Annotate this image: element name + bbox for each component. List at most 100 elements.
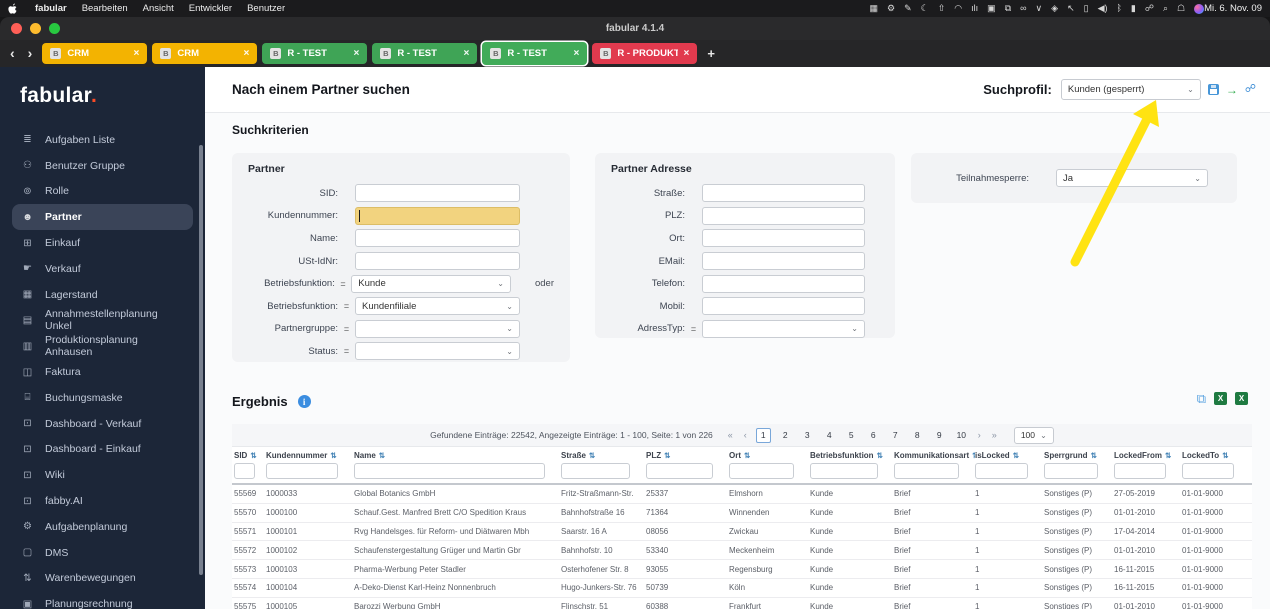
page-button-2[interactable]: 2 [778, 428, 793, 443]
page-button-6[interactable]: 6 [866, 428, 881, 443]
table-row[interactable]: 55572 1000102 Schaufenstergestaltung Grüge… [232, 541, 1252, 561]
menu-item-entwickler[interactable]: Entwickler [189, 3, 232, 14]
address-ort-input[interactable] [702, 229, 865, 248]
partner-betriebsfunktion-select[interactable]: Kunde ⌄ [351, 274, 511, 293]
grid-icon[interactable]: ▦ [870, 4, 879, 13]
sidebar-item-einkauf[interactable]: ⊞ Einkauf [12, 230, 193, 256]
prev-page-button[interactable]: ‹ [742, 430, 749, 440]
column-header-lockedto[interactable]: LockedTo ⇅ [1182, 451, 1250, 460]
tab-r-test-2[interactable]: B R - TEST × [262, 43, 368, 64]
tab-close-icon[interactable]: × [134, 48, 140, 59]
address-stra-e-input[interactable] [702, 184, 865, 203]
page-button-10[interactable]: 10 [954, 428, 969, 443]
search-profile-select[interactable]: Kunden (gesperrt) ⌄ [1060, 79, 1201, 100]
page-button-7[interactable]: 7 [888, 428, 903, 443]
column-filter-input[interactable] [810, 463, 878, 479]
tab-close-icon[interactable]: × [574, 48, 580, 59]
column-header-kundennummer[interactable]: Kundennummer ⇅ [266, 451, 354, 460]
apple-menu-icon[interactable] [8, 3, 18, 15]
back-button[interactable]: ‹ [10, 45, 15, 61]
page-button-9[interactable]: 9 [932, 428, 947, 443]
column-filter-input[interactable] [646, 463, 713, 479]
excel-export-icon[interactable]: X [1214, 392, 1227, 405]
upload-icon[interactable]: ⇧ [938, 4, 946, 13]
sidebar-item-lagerstand[interactable]: ▦ Lagerstand [12, 282, 193, 308]
box-icon[interactable]: ▣ [987, 4, 996, 13]
waveform-icon[interactable]: ılı [971, 4, 978, 13]
sidebar-item-warenbewegungen[interactable]: ⇅ Warenbewegungen [12, 566, 193, 592]
table-row[interactable]: 55569 1000033 Global Botanics GmbH Fritz-St… [232, 485, 1252, 504]
document-icon[interactable]: ▯ [1084, 4, 1089, 13]
volume-icon[interactable]: ◀) [1098, 4, 1108, 13]
unlink-profile-icon[interactable]: ☍ [1245, 84, 1256, 95]
user-switch-icon[interactable]: ☖ [1177, 4, 1185, 13]
sidebar-item-dashboard-einkauf[interactable]: ⊡ Dashboard - Einkauf [12, 437, 193, 463]
forward-button[interactable]: › [28, 45, 33, 61]
copy-icon[interactable]: ⧉ [1197, 392, 1206, 405]
column-filter-input[interactable] [975, 463, 1028, 479]
settings-icon[interactable]: ⚙ [887, 4, 895, 13]
column-filter-input[interactable] [561, 463, 630, 479]
bluetooth-icon[interactable]: ᛒ [1116, 4, 1121, 13]
minimize-window-button[interactable] [30, 23, 41, 34]
info-icon[interactable]: i [297, 395, 311, 408]
page-button-8[interactable]: 8 [910, 428, 925, 443]
search-icon[interactable]: ⌕ [1163, 4, 1168, 13]
sidebar-item-aufgabenplanung[interactable]: ⚙ Aufgabenplanung [12, 514, 193, 540]
tab-r-produktiv-5[interactable]: B R - PRODUKTIV × [592, 43, 698, 64]
column-header-sid[interactable]: SID ⇅ [234, 451, 266, 460]
column-header-lockedfrom[interactable]: LockedFrom ⇅ [1114, 451, 1182, 460]
sidebar-item-verkauf[interactable]: ☛ Verkauf [12, 256, 193, 282]
sidebar-item-produktionsplanung-anhausen[interactable]: ▥ Produktionsplanung Anhausen [12, 333, 193, 359]
sidebar-item-buchungsmaske[interactable]: ⌸ Buchungsmaske [12, 385, 193, 411]
address-plz-input[interactable] [702, 206, 865, 225]
misc-teilnahmesperre-select[interactable]: Ja ⌄ [1056, 169, 1208, 187]
battery-icon[interactable]: ▮ [1131, 4, 1136, 13]
column-header-islocked[interactable]: isLocked ⇅ [975, 451, 1044, 460]
page-button-1[interactable]: 1 [755, 427, 771, 443]
column-header-betriebsfunktion[interactable]: Betriebsfunktion ⇅ [810, 451, 894, 460]
menu-item-bearbeiten[interactable]: Bearbeiten [82, 3, 128, 14]
column-filter-input[interactable] [1114, 463, 1166, 479]
sidebar-scrollbar[interactable] [199, 145, 203, 575]
page-size-select[interactable]: 100 ⌄ [1013, 426, 1054, 444]
column-filter-input[interactable] [266, 463, 338, 479]
partner-status-select[interactable]: ⌄ [355, 342, 520, 361]
column-header-kommunikationsart[interactable]: Kommunikationsart⇅ [894, 451, 975, 460]
sidebar-item-dms[interactable]: ▢ DMS [12, 540, 193, 566]
sidebar-item-aufgaben-liste[interactable]: ≣ Aufgaben Liste [12, 127, 193, 153]
zoom-window-button[interactable] [49, 23, 60, 34]
table-row[interactable]: 55571 1000101 Rvg Handelsges. für Reform- … [232, 523, 1252, 542]
address-telefon-input[interactable] [702, 274, 865, 293]
table-row[interactable]: 55575 1000105 Barozzi Werbung GmbH Flinschs… [232, 598, 1252, 609]
partner-ust-idnr-input[interactable] [355, 252, 520, 271]
table-row[interactable]: 55574 1000104 A-Deko-Dienst Karl-Heinz Non… [232, 579, 1252, 598]
tab-crm-1[interactable]: B CRM × [152, 43, 258, 64]
first-page-button[interactable]: « [726, 430, 735, 440]
menu-item-fabular[interactable]: fabular [35, 3, 67, 14]
next-page-button[interactable]: › [976, 430, 983, 440]
sidebar-item-annahmestellenplanung-unkel[interactable]: ▤ Annahmestellenplanung Unkel [12, 308, 193, 334]
page-button-3[interactable]: 3 [800, 428, 815, 443]
chevron-down-icon[interactable]: ∨ [1036, 4, 1043, 13]
column-header-ort[interactable]: Ort ⇅ [729, 451, 810, 460]
sidebar-item-partner[interactable]: ☻ Partner [12, 204, 193, 231]
column-filter-input[interactable] [1044, 463, 1098, 479]
save-profile-icon[interactable] [1207, 84, 1219, 95]
address-mobil-input[interactable] [702, 297, 865, 316]
partner-betriebsfunktion-select[interactable]: Kundenfiliale ⌄ [355, 297, 520, 316]
last-page-button[interactable]: » [990, 430, 999, 440]
excel-export-icon-2[interactable]: X [1235, 392, 1248, 405]
siri-icon[interactable] [1194, 3, 1205, 14]
partner-kundennummer-input[interactable] [355, 206, 520, 225]
partner-partnergruppe-select[interactable]: ⌄ [355, 319, 520, 338]
column-header-plz[interactable]: PLZ ⇅ [646, 451, 729, 460]
address-email-input[interactable] [702, 252, 865, 271]
menu-item-ansicht[interactable]: Ansicht [143, 3, 174, 14]
link-icon[interactable]: ☍ [1145, 4, 1154, 13]
run-search-icon[interactable]: → [1226, 84, 1238, 96]
tab-close-icon[interactable]: × [464, 48, 470, 59]
table-row[interactable]: 55570 1000100 Schauf.Gest. Manfred Brett C… [232, 504, 1252, 523]
menu-item-benutzer[interactable]: Benutzer [247, 3, 285, 14]
new-tab-button[interactable]: + [707, 46, 715, 61]
